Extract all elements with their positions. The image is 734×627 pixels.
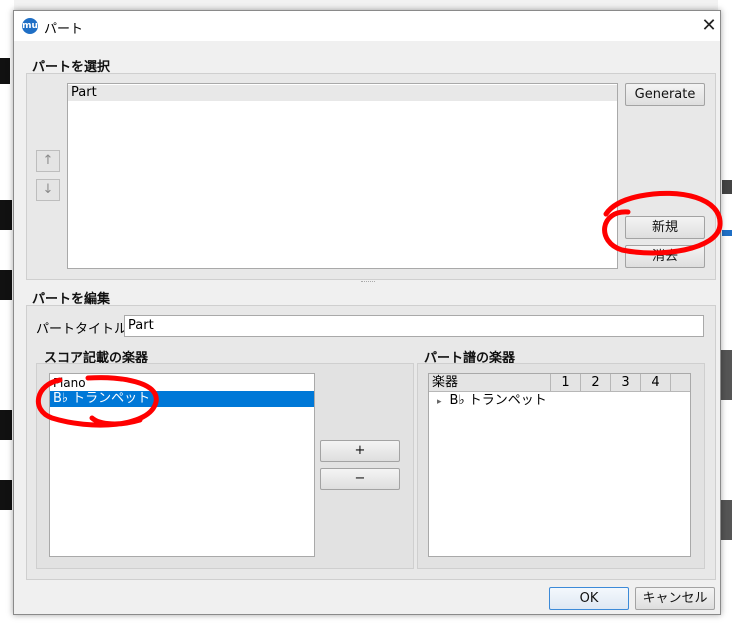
list-item[interactable]: Part (68, 85, 617, 101)
splitter-handle[interactable] (361, 281, 375, 283)
column-header-staff-4[interactable]: 4 (641, 374, 671, 392)
column-header-instrument[interactable]: 楽器 (429, 374, 551, 392)
list-item-selected[interactable]: B♭ トランペット (50, 391, 314, 407)
score-instruments-list[interactable]: Piano B♭ トランペット (49, 373, 315, 557)
add-instrument-button[interactable]: + (320, 440, 400, 462)
tree-row-label: B♭ トランペット (449, 393, 547, 408)
column-header-staff-2[interactable]: 2 (581, 374, 611, 392)
background-app-top (0, 0, 734, 10)
part-instruments-tree[interactable]: 楽器 1 2 3 4 ▸ B♭ トランペット (428, 373, 691, 557)
new-button[interactable]: 新規 (625, 216, 705, 239)
generate-button[interactable]: Generate (625, 83, 705, 106)
close-button[interactable]: ✕ (698, 15, 720, 37)
musescore-icon: mu (22, 18, 38, 34)
remove-instrument-button[interactable]: − (320, 468, 400, 490)
expand-arrow-icon[interactable]: ▸ (437, 397, 442, 407)
cancel-button[interactable]: キャンセル (635, 587, 715, 610)
background-app-left (0, 0, 14, 627)
parts-dialog: mu パート ✕ パートを選択 ↑ ↓ Part Generate 消去 新規 … (13, 10, 721, 615)
tree-row[interactable]: ▸ B♭ トランペット (429, 393, 690, 409)
move-down-button[interactable]: ↓ (36, 179, 60, 201)
column-header-filler (671, 374, 690, 392)
dialog-title: パート (44, 22, 84, 37)
list-item[interactable]: Piano (50, 375, 314, 391)
title-bar: mu パート ✕ (14, 11, 720, 41)
part-title-input[interactable]: Part (124, 315, 704, 337)
column-header-staff-3[interactable]: 3 (611, 374, 641, 392)
column-header-staff-1[interactable]: 1 (551, 374, 581, 392)
background-app-bottom (0, 613, 734, 627)
parts-list[interactable]: Part (67, 83, 618, 269)
part-title-label: パートタイトル: (36, 322, 132, 337)
move-up-button[interactable]: ↑ (36, 150, 60, 172)
delete-button[interactable]: 消去 (625, 245, 705, 268)
ok-button[interactable]: OK (549, 587, 629, 610)
